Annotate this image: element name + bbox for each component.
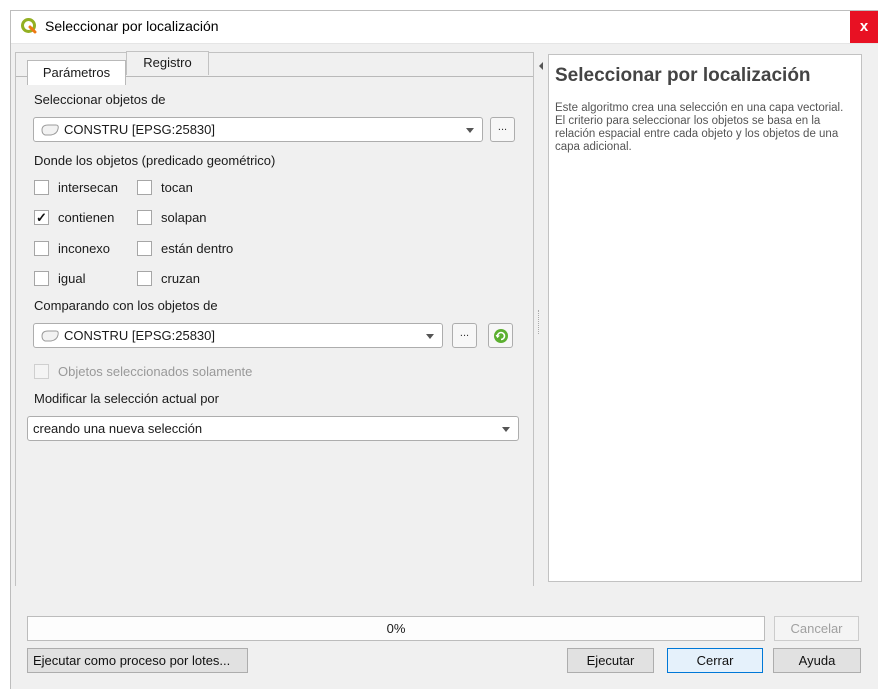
checkbox-label-tocan: tocan — [161, 180, 193, 195]
checkmark-icon: ✓ — [36, 210, 47, 225]
input-layer-label: Seleccionar objetos de — [34, 92, 166, 107]
input-layer-value: CONSTRU [EPSG:25830] — [64, 122, 215, 137]
intersect-layer-label: Comparando con los objetos de — [34, 298, 218, 313]
tab-parametros[interactable]: Parámetros — [27, 60, 126, 85]
checkbox-label-cruzan: cruzan — [161, 271, 201, 286]
checkbox-selected-only[interactable] — [34, 364, 49, 379]
polygon-layer-icon — [41, 330, 59, 342]
window-title: Seleccionar por localización — [45, 18, 219, 34]
input-layer-browse-button[interactable]: ... — [490, 117, 515, 142]
checkbox-label-inconexo: inconexo — [58, 241, 111, 256]
iterate-icon — [493, 329, 508, 343]
method-label: Modificar la selección actual por — [34, 391, 219, 406]
checkbox-solapan[interactable] — [137, 210, 152, 225]
polygon-layer-icon — [41, 124, 59, 136]
checkbox-label-solapan: solapan — [161, 210, 207, 225]
close-window-button[interactable]: x — [850, 11, 878, 43]
checkbox-estan-dentro[interactable] — [137, 241, 152, 256]
progress-text: 0% — [386, 621, 406, 636]
checkbox-label-contienen: contienen — [58, 210, 115, 225]
checkbox-label-selected-only: Objetos seleccionados solamente — [58, 364, 253, 379]
method-combo[interactable]: creando una nueva selección — [27, 416, 519, 441]
progress-bar: 0% — [27, 616, 765, 641]
cancel-button[interactable]: Cancelar — [774, 616, 859, 641]
iterate-button[interactable] — [488, 323, 513, 348]
title-bar[interactable]: Seleccionar por localización x — [11, 11, 878, 44]
tab-registro[interactable]: Registro — [126, 51, 209, 75]
input-layer-combo[interactable]: CONSTRU [EPSG:25830] — [33, 117, 483, 142]
chevron-down-icon — [502, 427, 510, 432]
method-value: creando una nueva selección — [33, 421, 203, 436]
intersect-layer-combo[interactable]: CONSTRU [EPSG:25830] — [33, 323, 443, 348]
close-button[interactable]: Cerrar — [667, 648, 763, 673]
checkbox-label-igual: igual — [58, 271, 86, 286]
panel-splitter-handle[interactable] — [538, 310, 541, 334]
checkbox-label-estan-dentro: están dentro — [161, 241, 234, 256]
qgis-logo-icon — [21, 18, 37, 34]
help-description: Este algoritmo crea una selección en una… — [555, 102, 844, 153]
checkbox-intersecan[interactable] — [34, 180, 49, 195]
checkbox-label-intersecan: intersecan — [58, 180, 118, 195]
help-button[interactable]: Ayuda — [773, 648, 861, 673]
checkbox-igual[interactable] — [34, 271, 49, 286]
intersect-layer-value: CONSTRU [EPSG:25830] — [64, 328, 215, 343]
help-panel: Seleccionar por localización Este algori… — [548, 54, 862, 582]
chevron-down-icon — [426, 334, 434, 339]
checkbox-cruzan[interactable] — [137, 271, 152, 286]
run-button[interactable]: Ejecutar — [567, 648, 654, 673]
checkbox-inconexo[interactable] — [34, 241, 49, 256]
chevron-down-icon — [466, 128, 474, 133]
batch-process-button[interactable]: Ejecutar como proceso por lotes... — [27, 648, 248, 673]
help-title: Seleccionar por localización — [555, 65, 811, 86]
checkbox-contienen[interactable]: ✓ — [34, 210, 49, 225]
predicate-label: Donde los objetos (predicado geométrico) — [34, 153, 276, 168]
checkbox-tocan[interactable] — [137, 180, 152, 195]
collapse-help-icon[interactable] — [539, 62, 543, 70]
intersect-layer-browse-button[interactable]: ... — [452, 323, 477, 348]
